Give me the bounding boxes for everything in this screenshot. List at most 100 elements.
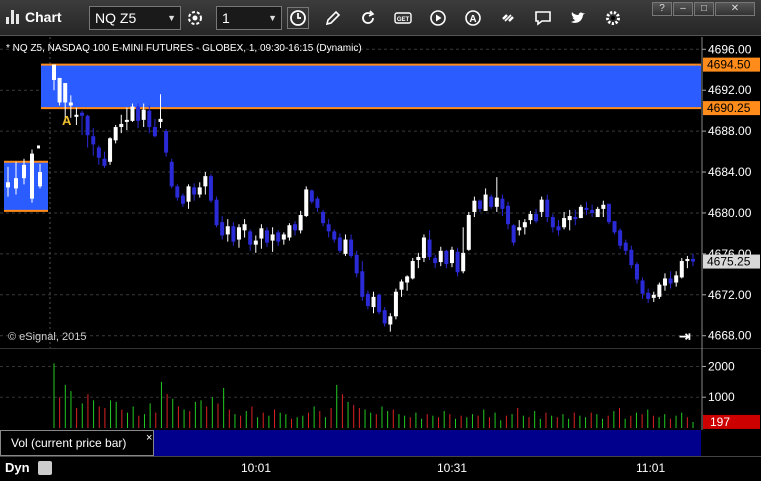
candle-body [63, 83, 68, 103]
candle-body [517, 227, 522, 231]
y-tick-label: 4696.00 [708, 42, 752, 56]
time-axis-bar: Dyn 10:01 10:31 11:01 [0, 456, 761, 481]
candle-body [590, 209, 595, 213]
candle-body [164, 131, 169, 153]
candle-body [231, 226, 236, 242]
candle-body [629, 249, 634, 266]
candle-body [500, 198, 505, 209]
price-chart[interactable]: 4696.004692.004688.004684.004680.004676.… [0, 37, 761, 348]
candle-body [646, 292, 651, 299]
chart-app-icon [6, 10, 19, 24]
x-tick-label: 10:01 [241, 461, 272, 475]
candle-body [545, 199, 550, 218]
candle-body [343, 239, 348, 254]
candle-body [618, 230, 623, 246]
candle-body [108, 138, 113, 162]
link-icon[interactable] [497, 7, 519, 29]
scroll-to-end-icon[interactable]: ⇥ [679, 328, 691, 345]
volume-chart[interactable]: 2000 1000 197 [0, 348, 761, 430]
candle-body [332, 231, 337, 240]
candle-body [634, 264, 639, 280]
candle-body [388, 316, 393, 325]
symbol-input[interactable]: NQ Z5 ▼ [89, 6, 181, 30]
current-volume-text: 197 [710, 415, 730, 429]
interval-input[interactable]: 1 ▼ [216, 6, 282, 30]
candle-body [304, 189, 309, 217]
candle-body [220, 222, 225, 236]
supply-zone [41, 64, 701, 109]
zone-low-price-tag-text: 4690.25 [707, 101, 751, 115]
chevron-down-icon[interactable]: ▼ [167, 7, 176, 29]
candle-body [511, 225, 516, 243]
candle-body [276, 232, 281, 242]
candle-body [534, 213, 539, 222]
candle-body [208, 176, 213, 201]
candle-body [68, 102, 73, 106]
candle-body [606, 203, 611, 223]
svg-text:A: A [469, 14, 476, 25]
volume-study-label[interactable]: Vol (current price bar) × [0, 430, 154, 456]
candle-body [85, 115, 90, 136]
twitter-icon[interactable] [567, 7, 589, 29]
session-mode-label[interactable]: Dyn [5, 460, 30, 475]
pre-session-candle [30, 153, 34, 199]
volume-study-name: Vol (current price bar) [11, 436, 127, 450]
candle-body [685, 258, 690, 262]
play-icon[interactable] [427, 7, 449, 29]
x-tick-label: 11:01 [636, 461, 666, 475]
candle-body [522, 222, 527, 228]
candle-body [180, 195, 185, 204]
candle-body [539, 199, 544, 212]
candle-body [175, 186, 180, 198]
settings-icon[interactable] [184, 7, 206, 29]
candle-body [214, 199, 219, 226]
candle-body [444, 250, 449, 265]
candle-body [337, 237, 342, 251]
candle-body [287, 225, 292, 238]
candle-body [399, 281, 404, 290]
zone-high-price-tag-text: 4694.50 [707, 58, 751, 72]
symbol-description: * NQ Z5, NASDAQ 100 E-MINI FUTURES - GLO… [6, 43, 362, 54]
candle-body [494, 197, 499, 207]
candle-body [651, 294, 656, 298]
candle-body [506, 205, 511, 225]
candle-body [466, 215, 471, 250]
candle-body [57, 77, 62, 103]
candle-body [225, 226, 230, 235]
alert-icon[interactable]: A [462, 7, 484, 29]
refresh-icon[interactable] [357, 7, 379, 29]
candle-body [662, 278, 667, 286]
candle-body [270, 234, 275, 241]
pencil-icon[interactable] [322, 7, 344, 29]
candle-body [91, 136, 96, 145]
gear-icon[interactable] [602, 7, 624, 29]
candle-body [679, 261, 684, 278]
candle-body [556, 226, 561, 231]
pre-session-candle [38, 172, 42, 187]
vol-y-tick-label: 2000 [708, 359, 735, 373]
close-icon[interactable]: × [146, 433, 152, 444]
candle-body [567, 216, 572, 221]
window-title: Chart [25, 9, 62, 25]
chevron-down-icon[interactable]: ▼ [268, 7, 277, 29]
candle-body [74, 114, 79, 117]
minimize-button[interactable]: – [673, 2, 693, 16]
maximize-button[interactable]: □ [694, 2, 714, 16]
lock-icon[interactable] [38, 461, 52, 475]
pre-session-candle [37, 145, 40, 149]
candle-body [483, 194, 488, 211]
get-icon[interactable]: GET [392, 7, 414, 29]
candle-body [124, 119, 129, 122]
help-button[interactable]: ? [652, 2, 672, 16]
candle-body [309, 190, 314, 202]
candle-body [298, 215, 303, 231]
candle-body [691, 258, 695, 262]
candle-body [141, 109, 146, 120]
close-button[interactable]: ✕ [715, 2, 755, 16]
candle-body [130, 106, 135, 121]
candle-body [595, 208, 600, 218]
clock-icon[interactable] [287, 7, 309, 29]
comment-icon[interactable] [532, 7, 554, 29]
candle-body [248, 231, 253, 245]
candle-body [416, 256, 421, 261]
